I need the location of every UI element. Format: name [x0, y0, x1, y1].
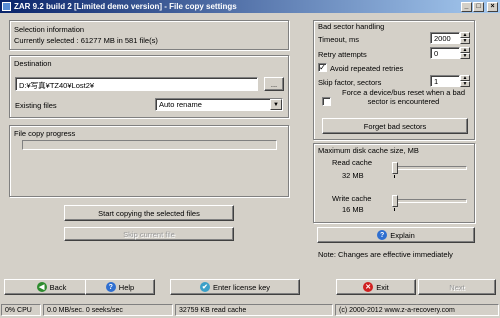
license-key-button[interactable]: ✔ Enter license key	[170, 279, 300, 295]
cache-heading: Maximum disk cache size, MB	[318, 146, 419, 155]
timeout-label: Timeout, ms	[318, 35, 359, 44]
read-cache-label: Read cache	[332, 158, 373, 167]
read-cache-slider[interactable]	[392, 162, 398, 174]
start-copy-button[interactable]: Start copying the selected files	[64, 205, 234, 221]
existing-files-select[interactable]: Auto rename ▼	[155, 98, 283, 111]
question-icon: ?	[377, 230, 388, 240]
write-cache-tick	[394, 208, 395, 211]
progress-panel: File copy progress	[9, 125, 289, 197]
write-cache-track	[392, 199, 467, 203]
cache-status: 32759 KB read cache	[175, 304, 333, 316]
skip-file-button[interactable]: Skip current file	[64, 227, 234, 241]
forget-bad-sectors-button[interactable]: Forget bad sectors	[322, 118, 468, 134]
minimize-button[interactable]: _	[461, 1, 472, 12]
back-arrow-icon: ◀	[36, 282, 47, 292]
skip-factor-label: Skip factor, sectors	[318, 78, 382, 87]
avoid-retries-label: Avoid repeated retries	[330, 64, 404, 73]
help-icon: ?	[105, 282, 116, 292]
selection-info-panel: Selection information Currently selected…	[9, 20, 289, 50]
chevron-down-icon[interactable]: ▼	[270, 99, 282, 110]
selection-heading: Selection information	[14, 25, 85, 34]
existing-files-value: Auto rename	[159, 100, 202, 109]
spin-down-icon[interactable]: ▼	[460, 81, 470, 87]
force-reset-label: Force a device/bus reset when a bad sect…	[342, 88, 465, 106]
help-button[interactable]: ? Help	[85, 279, 155, 295]
app-icon	[2, 2, 11, 11]
back-label: Back	[49, 282, 67, 292]
retry-value[interactable]: 0	[430, 47, 460, 59]
next-button[interactable]: Next	[418, 279, 496, 295]
progress-heading: File copy progress	[14, 129, 76, 138]
explain-label: Explain	[390, 230, 415, 240]
retry-label: Retry attempts	[318, 50, 367, 59]
close-button[interactable]: ×	[487, 1, 498, 12]
cache-panel: Maximum disk cache size, MB Read cache 3…	[313, 143, 475, 223]
destination-path-input[interactable]: D:¥写真¥TZ40¥Lost2¥	[15, 77, 258, 91]
write-cache-label: Write cache	[332, 194, 372, 203]
selection-summary: Currently selected : 61277 MB in 581 fil…	[14, 36, 158, 45]
timeout-value[interactable]: 2000	[430, 32, 460, 44]
write-cache-slider[interactable]	[392, 195, 398, 207]
destination-heading: Destination	[14, 59, 52, 68]
bad-sector-heading: Bad sector handling	[318, 22, 385, 31]
copyright-status: (c) 2000-2012 www.z-a-recovery.com	[335, 304, 499, 316]
maximize-button[interactable]: □	[473, 1, 484, 12]
key-icon: ✔	[199, 282, 210, 292]
exit-button[interactable]: ✕ Exit	[336, 279, 416, 295]
read-cache-value: 32 MB	[342, 171, 364, 180]
force-reset-checkbox[interactable]	[322, 97, 331, 106]
spin-down-icon[interactable]: ▼	[460, 38, 470, 44]
license-label: Enter license key	[212, 282, 271, 292]
avoid-retries-checkbox[interactable]: ✓	[318, 63, 327, 72]
timeout-spinner[interactable]: 2000 ▲ ▼	[430, 32, 470, 44]
status-bar: 0% CPU 0.0 MB/sec. 0 seeks/sec 32759 KB …	[0, 303, 500, 318]
bad-sector-panel: Bad sector handling Timeout, ms 2000 ▲ ▼ …	[313, 20, 475, 140]
write-cache-value: 16 MB	[342, 205, 364, 214]
io-status: 0.0 MB/sec. 0 seeks/sec	[43, 304, 173, 316]
skip-factor-spinner[interactable]: 1 ▲ ▼	[430, 75, 470, 87]
existing-files-label: Existing files	[15, 101, 57, 110]
browse-button[interactable]: ...	[264, 77, 284, 91]
title-bar: ZAR 9.2 build 2 [Limited demo version] -…	[0, 0, 500, 13]
help-label: Help	[118, 282, 135, 292]
skip-factor-value[interactable]: 1	[430, 75, 460, 87]
changes-note: Note: Changes are effective immediately	[318, 250, 453, 259]
destination-panel: Destination D:¥写真¥TZ40¥Lost2¥ ... Existi…	[9, 55, 289, 118]
read-cache-tick	[394, 175, 395, 178]
window-title: ZAR 9.2 build 2 [Limited demo version] -…	[14, 2, 237, 11]
read-cache-track	[392, 166, 467, 170]
exit-label: Exit	[376, 282, 389, 292]
explain-button[interactable]: ? Explain	[317, 227, 475, 243]
retry-spinner[interactable]: 0 ▲ ▼	[430, 47, 470, 59]
exit-icon: ✕	[363, 282, 374, 292]
copy-progress-bar	[22, 140, 277, 150]
spin-down-icon[interactable]: ▼	[460, 53, 470, 59]
cpu-status: 0% CPU	[1, 304, 41, 316]
